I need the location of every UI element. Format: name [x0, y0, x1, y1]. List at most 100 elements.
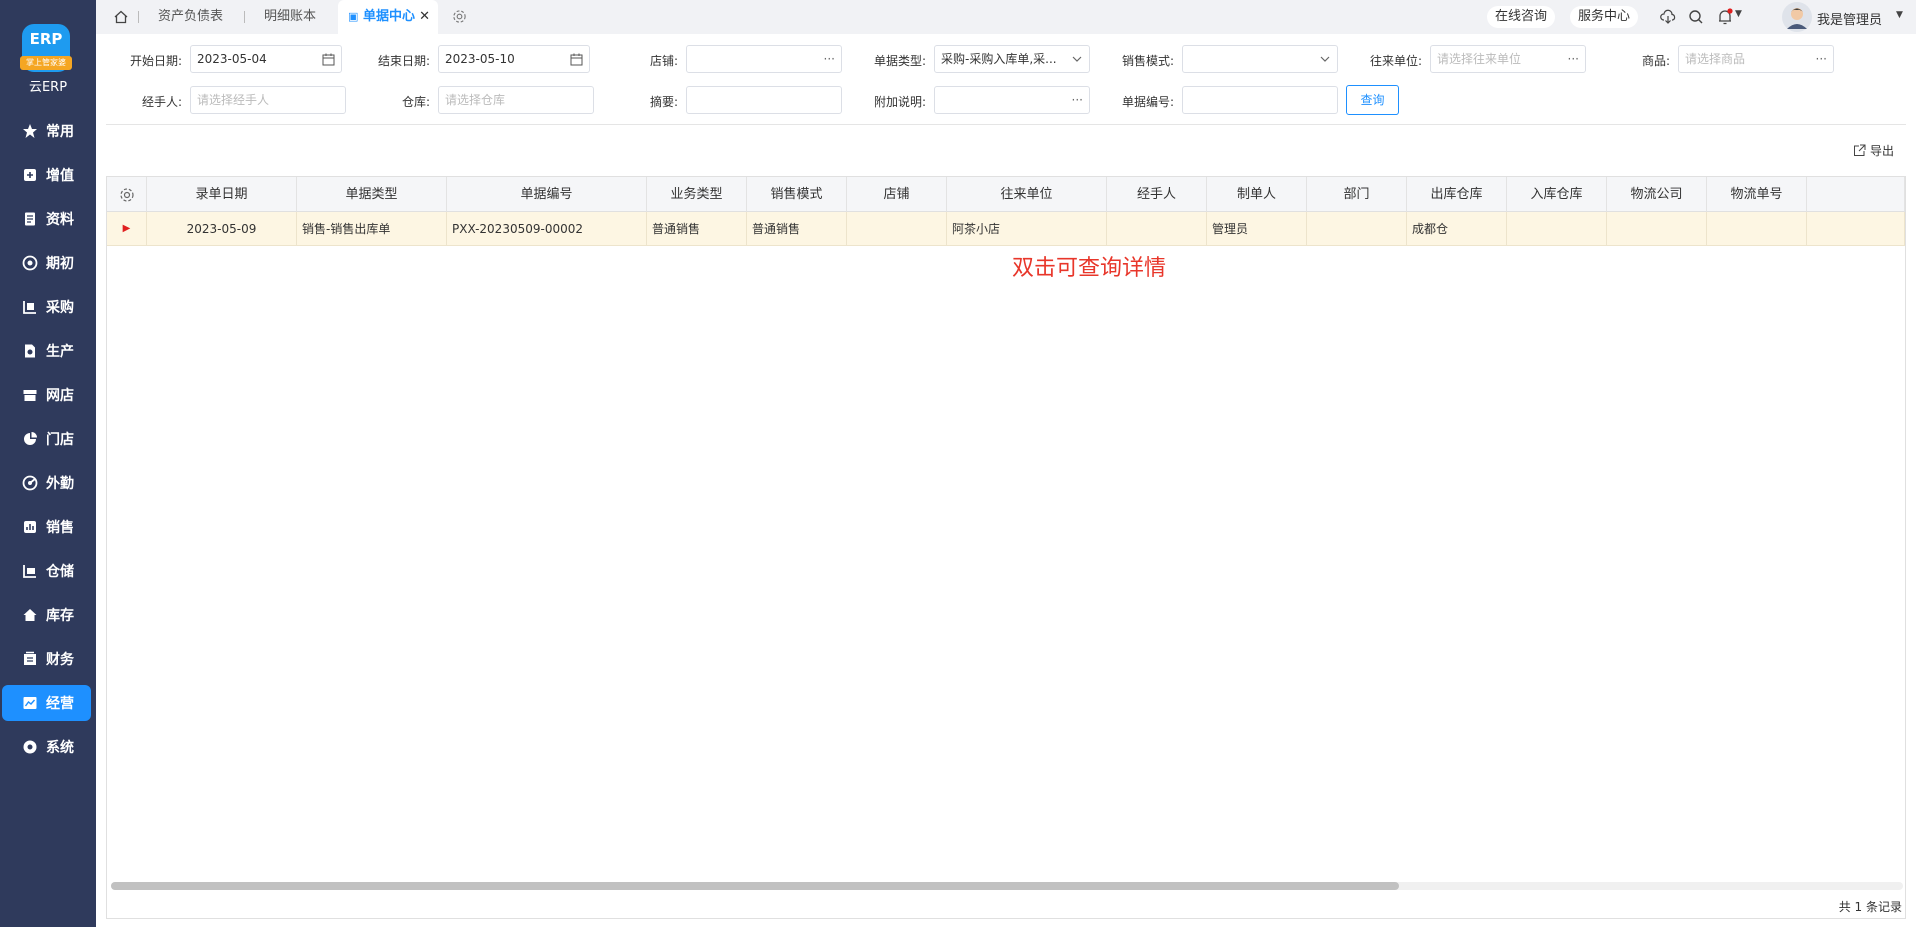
user-name[interactable]: 我是管理员: [1817, 9, 1882, 28]
nav-item-10[interactable]: 仓储: [2, 553, 91, 589]
erp-logo-icon: ERP: [29, 30, 63, 48]
bill-no-input[interactable]: [1182, 86, 1338, 114]
purchase-icon: [22, 299, 38, 315]
app-logo[interactable]: ERP 掌上管家婆: [20, 24, 72, 72]
column-header[interactable]: 部门: [1307, 177, 1407, 212]
close-icon[interactable]: ✕: [419, 0, 430, 34]
nav-item-4[interactable]: 采购: [2, 289, 91, 325]
table-cell[interactable]: 成都仓: [1407, 212, 1507, 246]
sale-mode-select[interactable]: [1182, 45, 1338, 73]
column-header[interactable]: 销售模式: [747, 177, 847, 212]
service-center-button[interactable]: 服务中心: [1570, 6, 1639, 28]
table-cell[interactable]: 管理员: [1207, 212, 1307, 246]
nav-item-11[interactable]: 库存: [2, 597, 91, 633]
nav-item-8[interactable]: 外勤: [2, 465, 91, 501]
column-header[interactable]: 经手人: [1107, 177, 1207, 212]
column-header[interactable]: 店铺: [847, 177, 947, 212]
more-icon[interactable]: ···: [824, 46, 835, 72]
table-cell[interactable]: [1707, 212, 1807, 246]
nav-item-0[interactable]: 常用: [2, 113, 91, 149]
scrollbar-thumb[interactable]: [111, 882, 1399, 890]
chevron-down-icon[interactable]: [1319, 46, 1331, 72]
chevron-down-icon[interactable]: [1071, 46, 1083, 72]
avatar[interactable]: [1782, 2, 1812, 35]
nav-item-7[interactable]: 门店: [2, 421, 91, 457]
online-consult-button[interactable]: 在线咨询: [1487, 6, 1556, 28]
more-icon[interactable]: ···: [1072, 87, 1083, 113]
production-icon: [22, 343, 38, 359]
warehouse-input[interactable]: 请选择仓库: [438, 86, 594, 114]
query-button[interactable]: 查询: [1346, 85, 1399, 115]
partner-input[interactable]: 请选择往来单位 ···: [1430, 45, 1586, 73]
nav-item-1[interactable]: 增值: [2, 157, 91, 193]
nav-item-3[interactable]: 期初: [2, 245, 91, 281]
table-cell[interactable]: 普通销售: [747, 212, 847, 246]
end-date-input[interactable]: 2023-05-10: [438, 45, 590, 73]
nav-item-6[interactable]: 网店: [2, 377, 91, 413]
calendar-icon[interactable]: [570, 46, 583, 72]
export-button[interactable]: 导出: [1853, 142, 1894, 159]
column-header[interactable]: 入库仓库: [1507, 177, 1607, 212]
export-icon: [1853, 144, 1870, 158]
more-icon[interactable]: ···: [1816, 46, 1827, 72]
nav-item-label: 仓储: [46, 564, 74, 580]
tab-bill-center[interactable]: ▣ 单据中心 ✕: [338, 0, 438, 34]
horizontal-scrollbar[interactable]: [111, 882, 1903, 890]
more-icon[interactable]: ···: [1568, 46, 1579, 72]
tab-balance-sheet[interactable]: 资产负债表: [158, 0, 238, 34]
document-tab-icon: ▣: [348, 10, 359, 23]
bell-icon[interactable]: [1716, 8, 1734, 29]
cloud-download-icon[interactable]: [1660, 9, 1676, 28]
table-cell[interactable]: [1507, 212, 1607, 246]
home-icon[interactable]: [114, 10, 128, 27]
table-cell[interactable]: 普通销售: [647, 212, 747, 246]
table-cell[interactable]: [1107, 212, 1207, 246]
column-header[interactable]: 往来单位: [947, 177, 1107, 212]
table-cell[interactable]: 阿茶小店: [947, 212, 1107, 246]
target-icon: [22, 255, 38, 271]
start-date-value: 2023-05-04: [197, 52, 267, 66]
table-cell[interactable]: PXX-20230509-00002: [447, 212, 647, 246]
extra-note-input[interactable]: ···: [934, 86, 1090, 114]
column-header[interactable]: 物流公司: [1607, 177, 1707, 212]
bill-type-select[interactable]: 采购-采购入库单,采...: [934, 45, 1090, 73]
nav-item-label: 常用: [46, 124, 74, 140]
nav-item-5[interactable]: 生产: [2, 333, 91, 369]
search-icon[interactable]: [1688, 9, 1704, 28]
bill-table: 录单日期 单据类型 单据编号 业务类型 销售模式 店铺 往来单位 经手人 制单人 部门 出库仓库 入库…: [106, 176, 1906, 919]
column-header[interactable]: 业务类型: [647, 177, 747, 212]
table-cell[interactable]: [847, 212, 947, 246]
nav-item-label: 增值: [46, 168, 74, 184]
nav-item-13[interactable]: 经营: [2, 685, 91, 721]
nav-item-2[interactable]: 资料: [2, 201, 91, 237]
summary-input[interactable]: [686, 86, 842, 114]
column-header[interactable]: 物流单号: [1707, 177, 1807, 212]
start-date-input[interactable]: 2023-05-04: [190, 45, 342, 73]
nav-item-12[interactable]: 财务: [2, 641, 91, 677]
goods-input[interactable]: 请选择商品 ···: [1678, 45, 1834, 73]
partner-placeholder: 请选择往来单位: [1437, 52, 1522, 66]
tab-settings-icon[interactable]: [452, 9, 467, 27]
nav-item-14[interactable]: 系统: [2, 729, 91, 765]
column-header[interactable]: 录单日期: [147, 177, 297, 212]
user-chevron-icon[interactable]: ▼: [1896, 10, 1903, 20]
nav-item-9[interactable]: 销售: [2, 509, 91, 545]
store-icon: [22, 387, 38, 403]
summary-label: 摘要:: [649, 95, 678, 109]
bill-type-value: 采购-采购入库单,采...: [941, 52, 1057, 66]
column-header[interactable]: 单据类型: [297, 177, 447, 212]
table-cell[interactable]: [1307, 212, 1407, 246]
end-date-value: 2023-05-10: [445, 52, 515, 66]
column-header[interactable]: 制单人: [1207, 177, 1307, 212]
table-cell[interactable]: [1607, 212, 1707, 246]
calendar-icon[interactable]: [322, 46, 335, 72]
chevron-down-icon[interactable]: ▼: [1735, 9, 1742, 19]
tab-detail-ledger[interactable]: 明细账本: [264, 0, 334, 34]
table-cell[interactable]: 2023-05-09: [147, 212, 297, 246]
column-settings-button[interactable]: [107, 177, 147, 212]
table-cell[interactable]: 销售-销售出库单: [297, 212, 447, 246]
handler-input[interactable]: 请选择经手人: [190, 86, 346, 114]
column-header[interactable]: 出库仓库: [1407, 177, 1507, 212]
column-header[interactable]: 单据编号: [447, 177, 647, 212]
shop-input[interactable]: ···: [686, 45, 842, 73]
